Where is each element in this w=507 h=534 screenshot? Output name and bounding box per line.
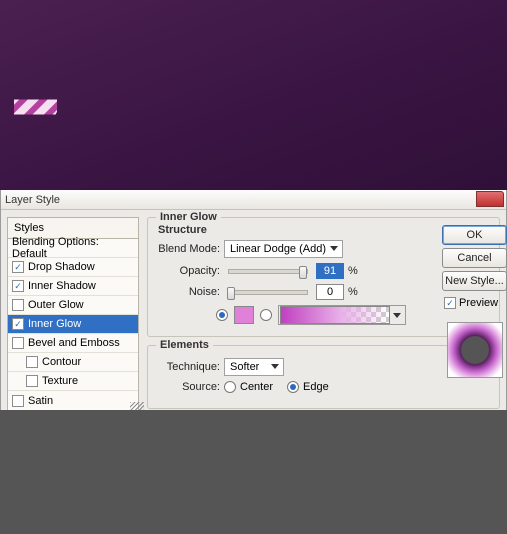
svg-text:graphy: graphy	[18, 101, 53, 113]
noise-slider[interactable]	[228, 290, 308, 295]
dialog-buttons: OK Cancel New Style... ✓ Preview	[442, 217, 507, 378]
style-row-label: Contour	[42, 356, 81, 368]
styles-list: Blending Options: Default ✓ Drop Shadow ✓ I…	[7, 239, 139, 411]
style-row-satin[interactable]: Satin	[8, 391, 138, 410]
noise-label: Noise:	[158, 286, 220, 298]
color-radio[interactable]	[216, 309, 228, 321]
preview-thumbnail	[447, 322, 503, 378]
preview-checkbox-row[interactable]: ✓ Preview	[442, 297, 507, 309]
checkbox-icon[interactable]	[26, 375, 38, 387]
close-button[interactable]	[476, 191, 504, 207]
gradient-radio[interactable]	[260, 309, 272, 321]
source-label: Source:	[158, 381, 220, 393]
style-row-label: Outer Glow	[28, 299, 84, 311]
style-row-label: Bevel and Emboss	[28, 337, 120, 349]
source-edge-label: Edge	[303, 381, 329, 393]
style-row-label: Drop Shadow	[28, 261, 95, 273]
style-row-label: Inner Shadow	[28, 280, 96, 292]
checkbox-icon[interactable]	[12, 337, 24, 349]
checkbox-icon[interactable]	[12, 299, 24, 311]
checkbox-icon[interactable]: ✓	[12, 318, 24, 330]
source-center-label: Center	[240, 381, 273, 393]
blend-mode-label: Blend Mode:	[158, 243, 220, 255]
opacity-label: Opacity:	[158, 265, 220, 277]
source-center-radio[interactable]	[224, 381, 236, 393]
chevron-down-icon	[271, 364, 279, 369]
dialog-titlebar[interactable]: Layer Style	[1, 190, 506, 210]
canvas-artwork: graphy	[0, 0, 507, 190]
checkbox-icon[interactable]	[26, 356, 38, 368]
gradient-picker[interactable]	[278, 305, 406, 325]
style-row-label: Texture	[42, 375, 78, 387]
checkbox-icon[interactable]: ✓	[12, 261, 24, 273]
style-row-inner-glow[interactable]: ✓ Inner Glow	[8, 315, 138, 334]
source-edge-radio[interactable]	[287, 381, 299, 393]
cancel-button[interactable]: Cancel	[442, 248, 507, 268]
preview-label: Preview	[459, 297, 498, 309]
opacity-unit: %	[348, 265, 358, 277]
opacity-field[interactable]: 91	[316, 263, 344, 279]
style-row-texture[interactable]: Texture	[8, 372, 138, 391]
blending-options-row[interactable]: Blending Options: Default	[8, 239, 138, 258]
chevron-down-icon[interactable]	[390, 313, 404, 318]
technique-dropdown[interactable]: Softer	[224, 358, 284, 376]
technique-label: Technique:	[158, 361, 220, 373]
blend-mode-dropdown[interactable]: Linear Dodge (Add)	[224, 240, 343, 258]
cutoff-region	[0, 410, 507, 534]
structure-heading: Structure	[158, 224, 489, 236]
checkbox-icon[interactable]	[12, 395, 24, 407]
style-row-inner-shadow[interactable]: ✓ Inner Shadow	[8, 277, 138, 296]
new-style-button[interactable]: New Style...	[442, 271, 507, 291]
elements-heading: Elements	[156, 339, 213, 351]
style-row-drop-shadow[interactable]: ✓ Drop Shadow	[8, 258, 138, 277]
style-row-label: Inner Glow	[28, 318, 81, 330]
noise-field[interactable]: 0	[316, 284, 344, 300]
checkbox-icon: ✓	[444, 297, 456, 309]
color-swatch[interactable]	[234, 306, 254, 324]
panel-title: Inner Glow	[156, 211, 221, 223]
gradient-preview	[280, 306, 390, 324]
style-row-contour[interactable]: Contour	[8, 353, 138, 372]
style-row-outer-glow[interactable]: Outer Glow	[8, 296, 138, 315]
dialog-title: Layer Style	[5, 194, 60, 206]
checkbox-icon[interactable]: ✓	[12, 280, 24, 292]
chevron-down-icon	[330, 246, 338, 251]
document-canvas: graphy	[0, 0, 507, 190]
layer-style-dialog: Layer Style Styles Blending Options: Def…	[0, 190, 507, 411]
ok-button[interactable]: OK	[442, 225, 507, 245]
noise-unit: %	[348, 286, 358, 298]
style-row-label: Satin	[28, 395, 53, 407]
style-row-bevel-and-emboss[interactable]: Bevel and Emboss	[8, 334, 138, 353]
styles-column: Styles Blending Options: Default ✓Drop S…	[7, 217, 139, 410]
opacity-slider[interactable]	[228, 269, 308, 274]
